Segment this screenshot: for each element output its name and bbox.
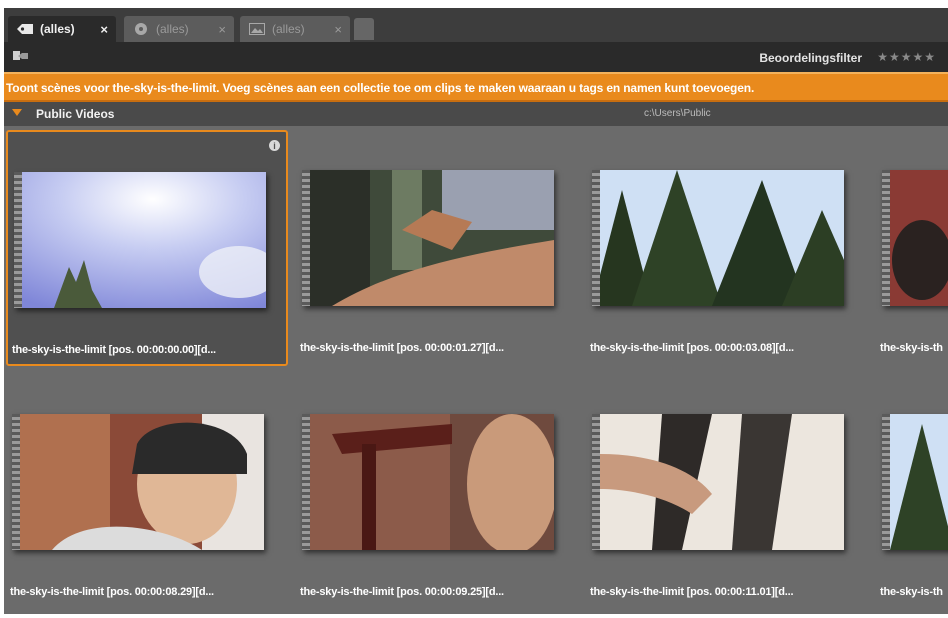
scene-thumbnail [592,414,844,550]
scene-caption: the-sky-is-the-limit [pos. 00:00:09.25][… [300,586,504,598]
new-tab-button[interactable] [354,18,374,40]
scene-tile[interactable]: the-sky-is-the-limit [pos. 00:00:01.27][… [296,130,578,366]
tab-close-button[interactable]: × [100,22,108,37]
tab-close-button[interactable]: × [218,22,226,37]
scene-thumbnail [592,170,844,306]
scene-thumbnail [14,172,266,308]
scene-caption: the-sky-is-the-limit [pos. 00:00:03.08][… [590,342,794,354]
scene-tile[interactable]: the-sky-is-the-limit [pos. 00:00:11.01][… [586,374,868,610]
tab-bar: (alles) × (alles) × (alles) × [4,8,948,42]
scene-tile[interactable]: the-sky-is-th [876,130,948,366]
scene-tile[interactable]: the-sky-is-th [876,374,948,610]
tab-tags[interactable]: (alles) × [8,16,116,42]
scene-caption: the-sky-is-th [880,342,943,354]
scene-thumbnail [302,414,554,550]
scene-caption: the-sky-is-the-limit [pos. 00:00:01.27][… [300,342,504,354]
folder-section-header[interactable]: Public Videos c:\Users\Public [4,102,948,126]
scene-tile[interactable]: the-sky-is-the-limit [pos. 00:00:08.29][… [6,374,288,610]
tab-label: (alles) [156,22,189,36]
tab-label: (alles) [272,22,305,36]
toolbar: Beoordelingsfilter ★★★★★ [4,42,948,72]
scene-caption: the-sky-is-the-limit [pos. 00:00:08.29][… [10,586,214,598]
rating-filter-stars[interactable]: ★★★★★ [877,50,936,64]
media-library-window: (alles) × (alles) × (alles) × Beoordelin… [4,8,948,614]
scene-thumbnail [302,170,554,306]
tab-label: (alles) [40,22,75,36]
tags-panel-icon[interactable] [12,48,30,64]
section-title: Public Videos [36,107,115,121]
tag-icon [16,22,34,36]
info-bar: Toont scènes voor the-sky-is-the-limit. … [4,72,948,102]
scene-thumbnail [882,414,948,550]
disc-icon [132,22,150,36]
tab-close-button[interactable]: × [334,22,342,37]
scene-caption: the-sky-is-the-limit [pos. 00:00:11.01][… [590,586,794,598]
scene-tile[interactable]: the-sky-is-the-limit [pos. 00:00:09.25][… [296,374,578,610]
scene-grid: i the-sky-is-the-limit [pos. 00:00:00.00… [4,126,948,614]
scene-caption: the-sky-is-the-limit [pos. 00:00:00.00][… [12,344,216,356]
info-icon[interactable]: i [269,140,280,151]
scene-caption: the-sky-is-th [880,586,943,598]
image-icon [248,22,266,36]
tab-images[interactable]: (alles) × [240,16,350,42]
tab-discs[interactable]: (alles) × [124,16,234,42]
rating-filter-label: Beoordelingsfilter [759,51,862,65]
scene-tile[interactable]: i the-sky-is-the-limit [pos. 00:00:00.00… [6,130,288,366]
scene-tile[interactable]: the-sky-is-the-limit [pos. 00:00:03.08][… [586,130,868,366]
scene-thumbnail [12,414,264,550]
collapse-triangle-icon[interactable] [12,109,22,116]
section-path: c:\Users\Public [644,108,711,119]
scene-thumbnail [882,170,948,306]
info-message: Toont scènes voor the-sky-is-the-limit. … [6,81,755,95]
